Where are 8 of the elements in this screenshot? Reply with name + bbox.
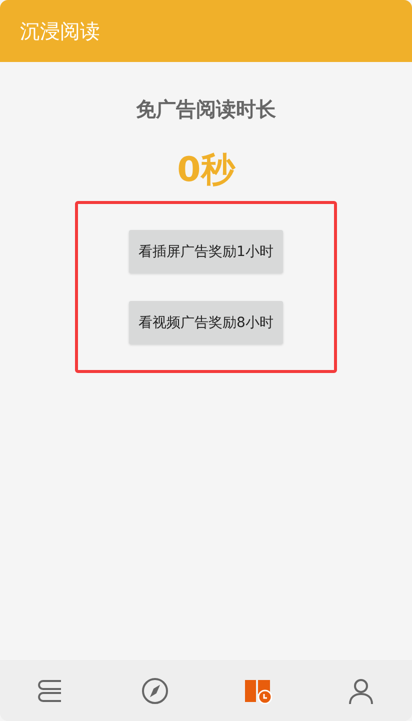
compass-icon[interactable] bbox=[140, 676, 168, 704]
duration-value: 0秒 bbox=[177, 149, 235, 192]
reward-button[interactable]: 看插屏广告奖励1小时 bbox=[128, 230, 284, 273]
profile-icon[interactable] bbox=[348, 676, 374, 704]
app-title: 沉浸阅读 bbox=[20, 18, 100, 44]
reward-button[interactable]: 看视频广告奖励8小时 bbox=[128, 301, 284, 344]
book-clock-icon[interactable] bbox=[244, 678, 272, 704]
heading: 免广告阅读时长 bbox=[136, 96, 276, 123]
